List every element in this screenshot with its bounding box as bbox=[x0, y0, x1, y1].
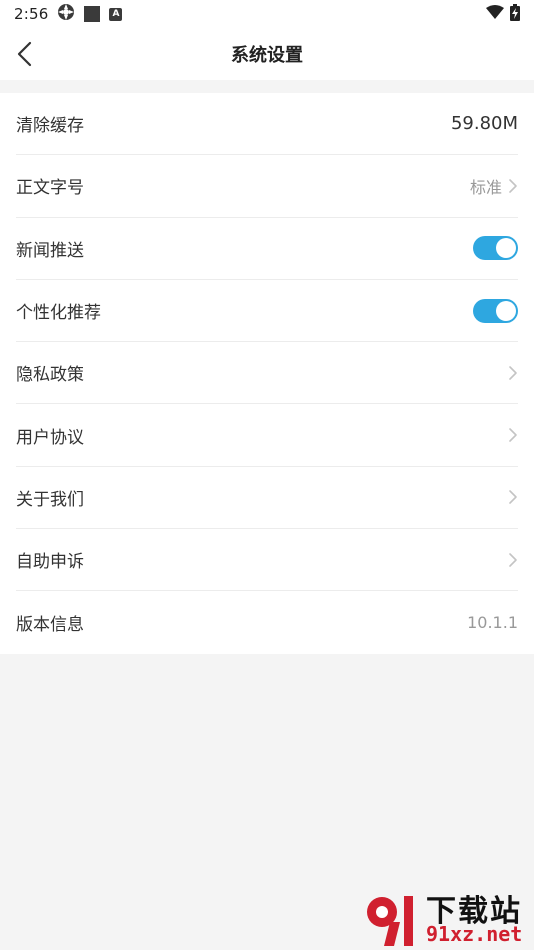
row-right: 59.80M bbox=[451, 113, 518, 134]
status-right bbox=[486, 3, 520, 25]
settings-row-clear-cache[interactable]: 清除缓存 59.80M bbox=[16, 93, 518, 156]
row-right bbox=[473, 298, 518, 323]
chevron-right-icon bbox=[509, 366, 517, 380]
status-left: 2:56 A bbox=[14, 3, 123, 25]
settings-row-privacy-policy[interactable]: 隐私政策 bbox=[16, 342, 518, 405]
status-bar: 2:56 A bbox=[0, 0, 534, 28]
settings-row-news-push: 新闻推送 bbox=[16, 218, 518, 280]
a-badge-icon: A bbox=[109, 7, 123, 21]
settings-wheel-icon bbox=[57, 3, 75, 25]
news-push-toggle[interactable] bbox=[473, 236, 518, 261]
settings-row-self-appeal[interactable]: 自助申诉 bbox=[16, 529, 518, 592]
wifi-icon bbox=[486, 5, 504, 23]
settings-row-personalized-recommendation: 个性化推荐 bbox=[16, 280, 518, 343]
status-time: 2:56 bbox=[14, 5, 49, 23]
row-label: 自助申诉 bbox=[16, 552, 84, 573]
chevron-right-icon bbox=[509, 552, 517, 567]
chevron-left-icon bbox=[17, 41, 32, 67]
battery-charging-icon bbox=[510, 3, 520, 25]
row-right bbox=[508, 427, 518, 443]
nav-bar: 系统设置 bbox=[0, 28, 534, 80]
chevron-right-icon bbox=[509, 490, 517, 505]
row-right bbox=[508, 552, 518, 568]
font-size-value: 标准 bbox=[469, 177, 502, 197]
watermark-url: 91xz.net bbox=[426, 922, 523, 946]
row-right: 标准 bbox=[470, 174, 518, 198]
row-right bbox=[508, 365, 518, 381]
settings-list: 清除缓存 59.80M 正文字号 标准 新闻推送 个性化推荐 隐私政策 用户协议… bbox=[0, 93, 534, 654]
settings-row-version-info: 版本信息 10.1.1 bbox=[16, 591, 518, 653]
toggle-knob bbox=[496, 238, 516, 259]
page-title: 系统设置 bbox=[231, 45, 303, 66]
row-label: 版本信息 bbox=[16, 615, 84, 636]
row-label: 关于我们 bbox=[16, 489, 84, 510]
row-label: 隐私政策 bbox=[16, 365, 84, 386]
row-right bbox=[508, 489, 518, 505]
toggle-knob bbox=[496, 300, 516, 321]
square-icon bbox=[84, 6, 101, 22]
settings-row-font-size[interactable]: 正文字号 标准 bbox=[16, 155, 518, 218]
row-label: 清除缓存 bbox=[16, 116, 84, 137]
section-gap bbox=[0, 80, 534, 93]
row-label: 正文字号 bbox=[16, 178, 84, 199]
row-label: 新闻推送 bbox=[16, 240, 84, 261]
back-button[interactable] bbox=[6, 36, 42, 72]
row-label: 个性化推荐 bbox=[16, 303, 101, 324]
cache-size-value: 59.80M bbox=[450, 113, 518, 135]
settings-row-user-agreement[interactable]: 用户协议 bbox=[16, 404, 518, 467]
version-value: 10.1.1 bbox=[467, 613, 518, 633]
watermark: 下载站 91xz.net bbox=[360, 884, 530, 950]
personalized-recommendation-toggle[interactable] bbox=[473, 298, 518, 323]
chevron-right-icon bbox=[509, 428, 517, 442]
row-label: 用户协议 bbox=[16, 427, 84, 448]
watermark-logo-icon bbox=[367, 896, 413, 946]
row-right: 10.1.1 bbox=[467, 613, 518, 632]
row-right bbox=[473, 236, 518, 261]
settings-row-about-us[interactable]: 关于我们 bbox=[16, 467, 518, 530]
chevron-right-icon bbox=[509, 179, 517, 193]
